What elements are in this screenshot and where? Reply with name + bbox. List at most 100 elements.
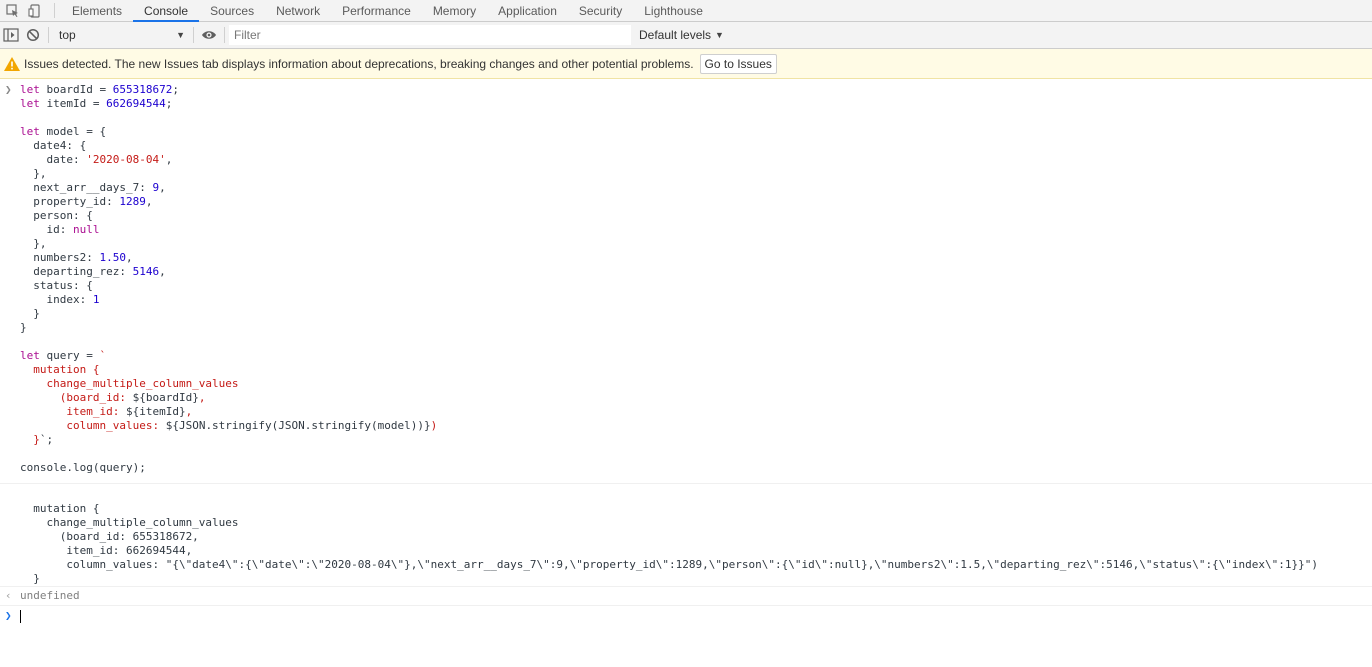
console-prompt[interactable]: ❯ [0,606,1372,623]
code-token: itemId = [46,97,107,110]
tab-elements[interactable]: Elements [61,0,133,21]
code-token: } [20,307,40,320]
context-value: top [59,28,76,42]
code-token: 5146 [132,265,160,278]
code-line: } [20,307,1372,321]
tab-application[interactable]: Application [487,0,568,21]
code-token: 1.50 [99,251,126,264]
log-levels-dropdown[interactable]: Default levels ▼ [639,28,724,42]
code-token: ) [430,419,438,432]
code-line: departing_rez: 5146, [20,265,1372,279]
prompt-chevron-icon: ❯ [5,609,12,622]
code-line: }, [20,167,1372,181]
code-token: '2020-08-04' [86,153,166,166]
tab-separator [54,3,55,18]
code-line: date4: { [20,139,1372,153]
code-token: date4: { [20,139,87,152]
code-token: ` [99,349,107,362]
context-selector[interactable]: top ▼ [53,25,191,45]
code-token: , [198,391,206,404]
code-token: id: [20,223,73,236]
chevron-down-icon: ▼ [176,30,185,40]
code-token: 1 [92,293,100,306]
console-input-entry: ❯ let boardId = 655318672; let itemId = 6… [0,79,1372,484]
code-token: next_arr__days_7: [20,181,153,194]
code-token: , [125,251,133,264]
warning-icon [3,55,21,73]
code-line: }, [20,237,1372,251]
input-chevron-icon: ❯ [5,83,12,96]
log-output-block: mutation { change_multiple_column_values… [20,488,1372,586]
tab-memory[interactable]: Memory [422,0,487,21]
code-token: ; [165,97,173,110]
code-token: let [20,125,47,138]
code-line: mutation { [20,363,1372,377]
filter-input[interactable] [229,25,631,45]
tab-network[interactable]: Network [265,0,331,21]
code-token: 1289 [119,195,146,208]
code-token: 662694544 [106,97,166,110]
toolbar-separator [48,27,49,43]
device-toolbar-icon[interactable] [26,2,44,20]
code-line: id: null [20,223,1372,237]
code-line: next_arr__days_7: 9, [20,181,1372,195]
tab-lighthouse[interactable]: Lighthouse [633,0,714,21]
chevron-down-icon: ▼ [715,30,724,40]
code-token: let [20,83,47,96]
code-token: ${JSON.stringify(JSON.stringify(model))} [165,419,431,432]
prompt-input[interactable] [20,609,1372,623]
code-line: let query = ` [20,349,1372,363]
tab-security[interactable]: Security [568,0,633,21]
code-token: date: [20,153,87,166]
result-value: undefined [20,589,80,602]
code-line: status: { [20,279,1372,293]
result-arrow-icon: ‹ [5,589,12,602]
code-line: date: '2020-08-04', [20,153,1372,167]
tool-icons [0,0,52,21]
code-token: item_id: [20,405,126,418]
code-line: let model = { [20,125,1372,139]
clear-console-icon[interactable] [22,24,44,46]
code-line: column_values: ${JSON.stringify(JSON.str… [20,419,1372,433]
live-expression-eye-icon[interactable] [198,24,220,46]
code-line: let boardId = 655318672; [20,83,1372,97]
issues-banner: Issues detected. The new Issues tab disp… [0,49,1372,79]
log-line: } [20,572,40,585]
toolbar-separator [224,27,225,43]
code-line: index: 1 [20,293,1372,307]
code-token: change_multiple_column_values [20,377,239,390]
code-token: (board_id: [20,391,133,404]
code-line: console.log(query); [20,461,1372,475]
toolbar-separator [193,27,194,43]
code-token: property_id: [20,195,120,208]
code-token: } [20,321,27,334]
code-token: column_values: [20,419,166,432]
code-token: null [72,223,100,236]
log-levels-label: Default levels [639,28,712,42]
code-token: 655318672 [112,83,173,96]
devtools-tabbar: Elements Console Sources Network Perform… [0,0,1372,22]
console-log-entry: mutation { change_multiple_column_values… [0,484,1372,587]
code-line: } [20,321,1372,335]
tab-sources[interactable]: Sources [199,0,265,21]
log-line: mutation { [20,502,100,515]
code-token: `; [39,433,54,446]
tab-performance[interactable]: Performance [331,0,422,21]
go-to-issues-button[interactable]: Go to Issues [699,53,777,74]
code-token: status: { [20,279,93,292]
tab-console[interactable]: Console [133,0,200,22]
code-line: let itemId = 662694544; [20,97,1372,111]
code-line: (board_id: ${boardId}, [20,391,1372,405]
inspect-element-icon[interactable] [4,2,22,20]
log-line: change_multiple_column_values [20,516,239,529]
code-token: console.log(query); [20,461,146,474]
show-sidebar-button[interactable] [0,24,22,46]
code-token: ${itemId} [125,405,186,418]
code-token: , [159,265,166,278]
code-token: let [20,349,47,362]
code-line: property_id: 1289, [20,195,1372,209]
code-token: query = [46,349,100,362]
